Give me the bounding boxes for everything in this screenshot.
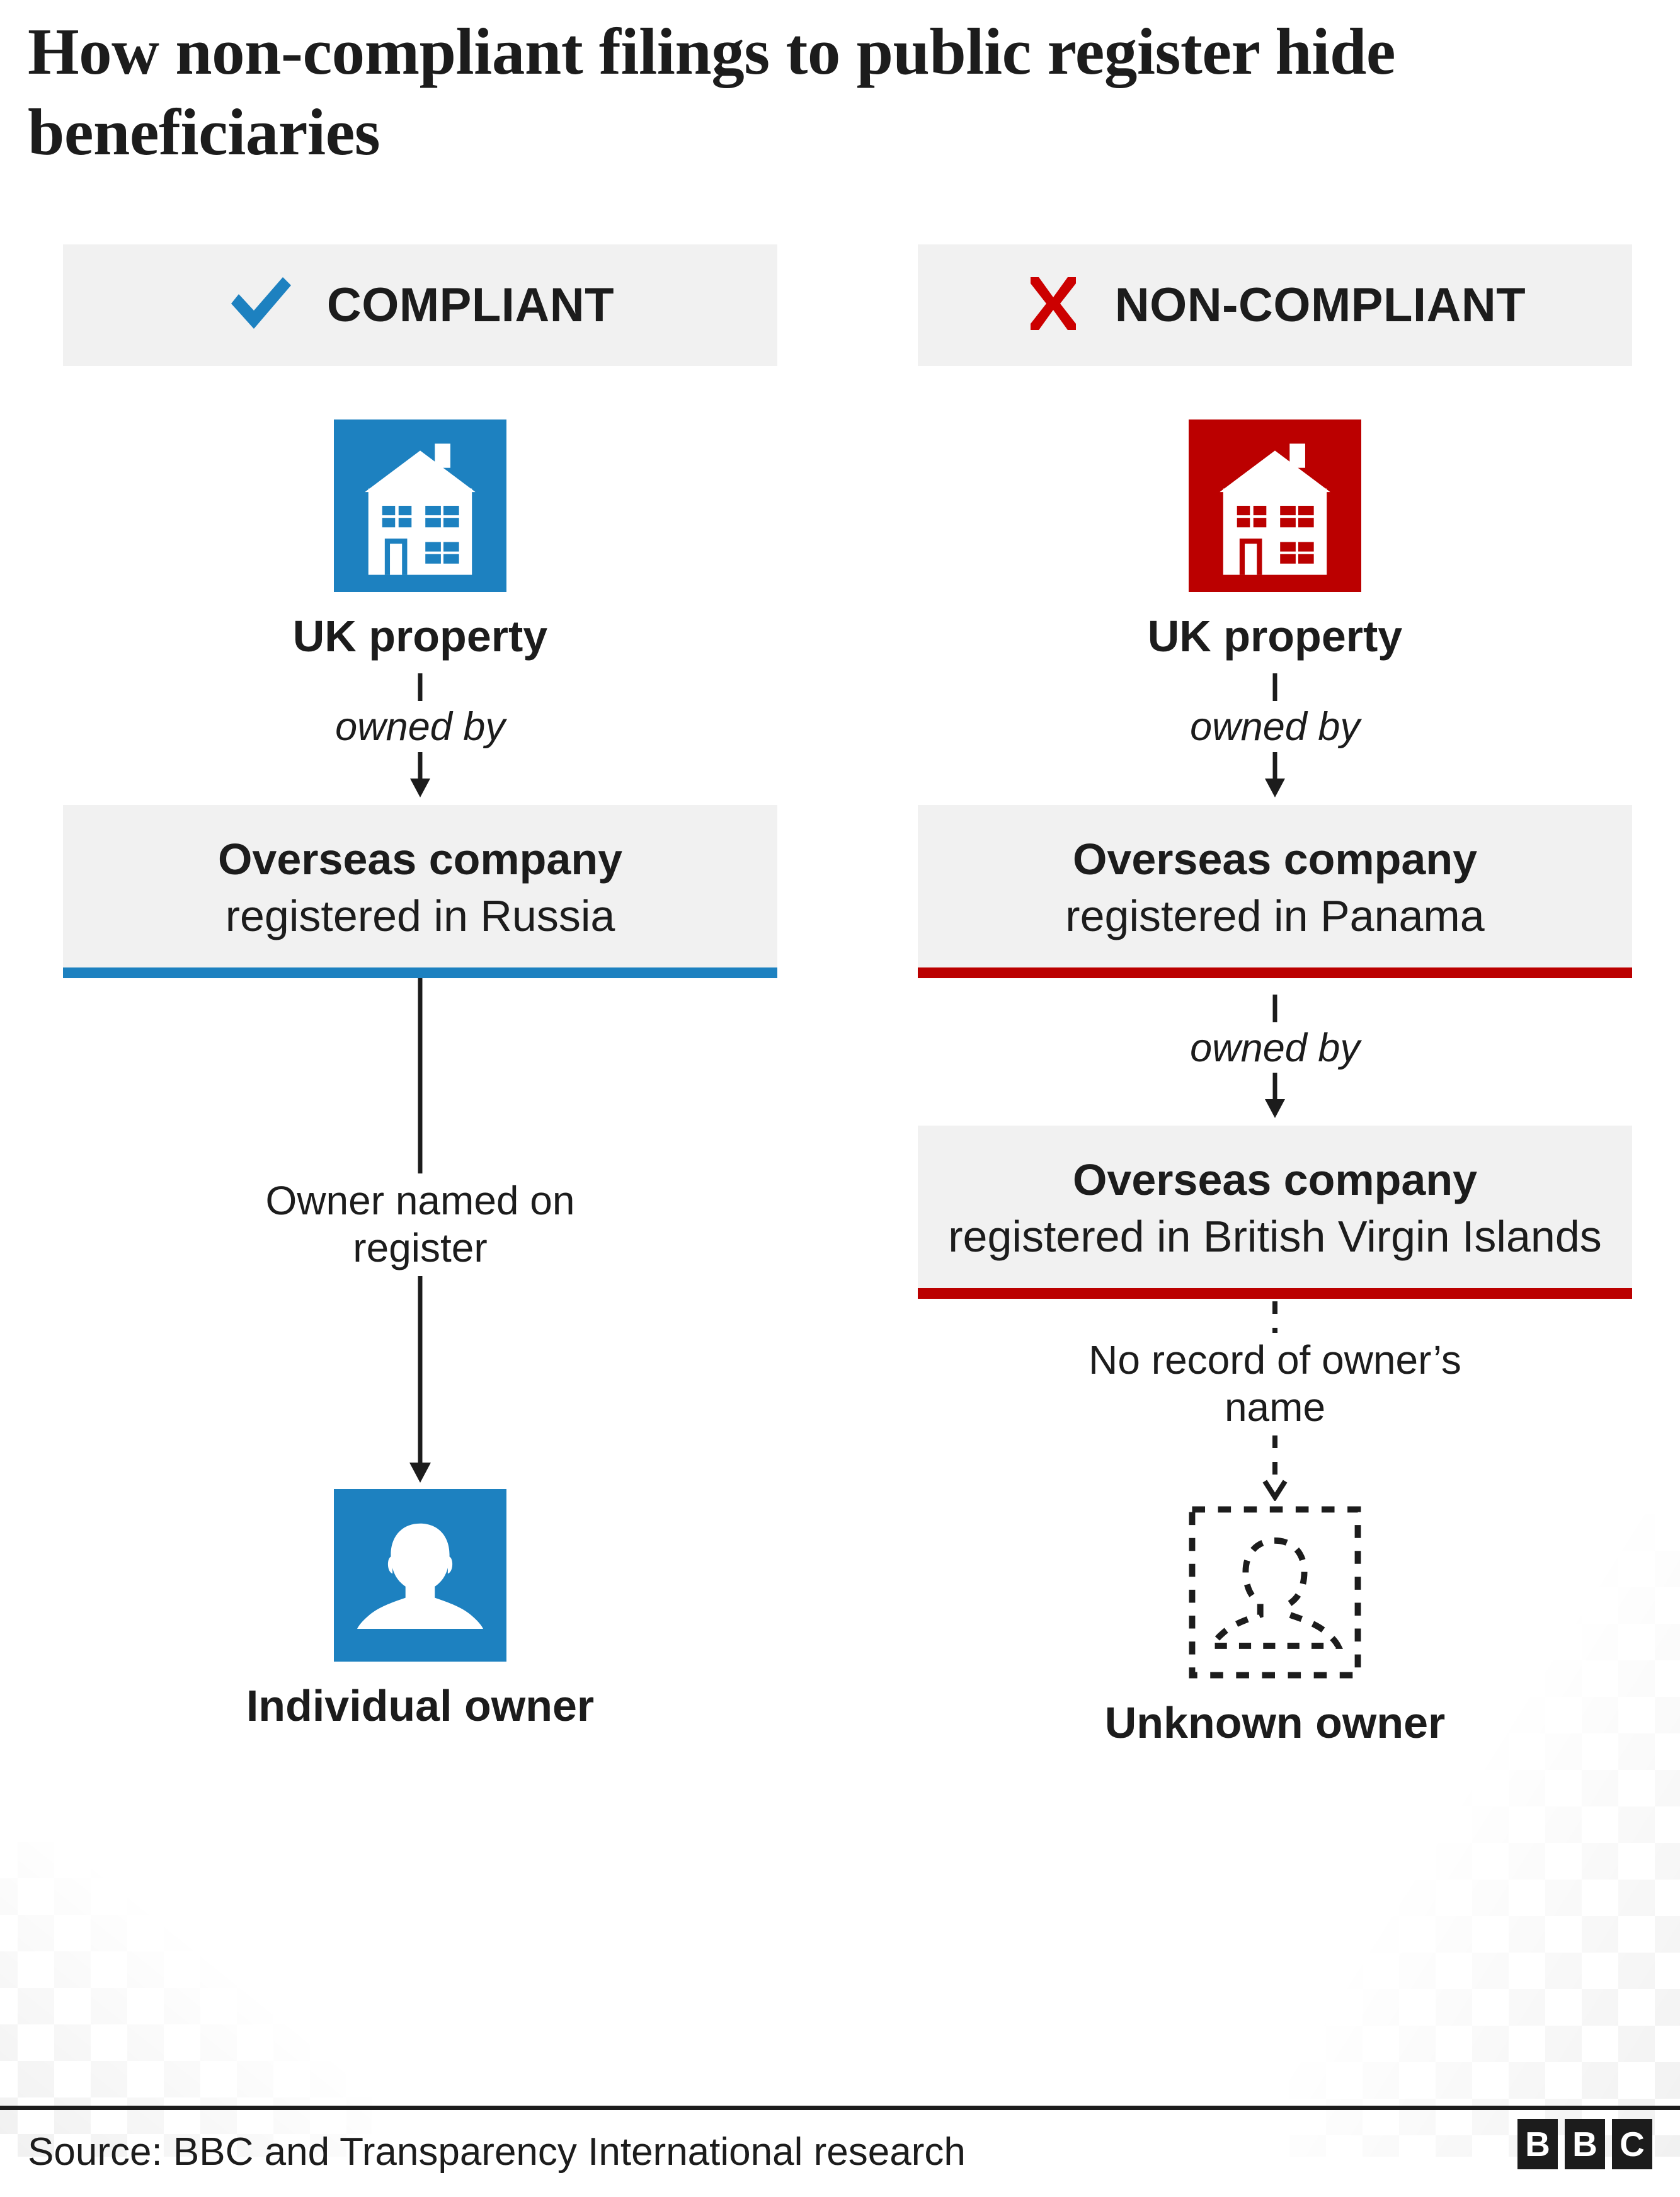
column-compliant: COMPLIANT UK property owned by Overseas … xyxy=(63,244,777,1732)
status-badge-label: NON-COMPLIANT xyxy=(1114,278,1526,332)
company-card-russia: Overseas company registered in Russia xyxy=(63,804,777,978)
arrow-down-filled xyxy=(1265,751,1285,797)
connector-caption: owned by xyxy=(335,705,505,750)
arrow-down-filled xyxy=(410,751,430,797)
company-title: Overseas company xyxy=(1072,1155,1478,1204)
connector-stub xyxy=(418,673,423,702)
company-accent-rule xyxy=(918,1287,1632,1299)
bbc-logo-letter-3: C xyxy=(1612,2119,1652,2169)
arrow-down-filled xyxy=(1265,1072,1285,1118)
node-label-uk-property: UK property xyxy=(1147,612,1403,661)
connector-owned-by-1: owned by xyxy=(918,673,1632,798)
flow-compliant: UK property owned by Overseas company re… xyxy=(63,419,777,1732)
company-card-bvi: Overseas company registered in British V… xyxy=(918,1125,1632,1299)
company-title: Overseas company xyxy=(217,834,623,884)
bbc-logo-letter-1: B xyxy=(1517,2119,1558,2169)
arrow-down-filled-long xyxy=(409,1275,431,1483)
company-card-panama: Overseas company registered in Panama xyxy=(918,804,1632,978)
footer-divider xyxy=(0,2106,1680,2110)
connector-stub xyxy=(1272,994,1277,1022)
company-accent-rule xyxy=(63,967,777,978)
status-badge-label: COMPLIANT xyxy=(326,278,615,332)
connector-stub-dashed xyxy=(1272,1301,1277,1333)
bbc-logo: B B C xyxy=(1517,2119,1652,2169)
person-icon xyxy=(334,1488,506,1662)
infographic-page: How non-compliant filings to public regi… xyxy=(0,0,1680,2197)
flow-non-compliant: UK property owned by Overseas company re… xyxy=(918,419,1632,1749)
page-title: How non-compliant filings to public regi… xyxy=(28,14,1395,169)
connector-owned-by-1: owned by xyxy=(63,673,777,798)
company-subtitle: registered in Russia xyxy=(225,891,615,940)
company-subtitle: registered in British Virgin Islands xyxy=(948,1211,1602,1261)
node-label-owner: Individual owner xyxy=(246,1681,595,1730)
connector-owner-named: Owner named on register xyxy=(63,978,777,1484)
connector-caption: owned by xyxy=(1190,1025,1360,1070)
connector-caption: owned by xyxy=(1190,705,1360,750)
company-accent-rule xyxy=(918,967,1632,978)
connector-owned-by-2: owned by xyxy=(918,994,1632,1119)
house-icon xyxy=(1189,419,1361,592)
cross-icon xyxy=(1024,275,1082,336)
bbc-logo-letter-2: B xyxy=(1565,2119,1605,2169)
connector-caption: Owner named on register xyxy=(265,1177,575,1271)
connector-stub-long xyxy=(418,978,423,1173)
arrow-down-open-dashed xyxy=(1262,1435,1288,1501)
node-label-uk-property: UK property xyxy=(292,612,548,661)
status-badge-compliant: COMPLIANT xyxy=(63,244,777,366)
status-badge-non-compliant: NON-COMPLIANT xyxy=(918,244,1632,366)
connector-stub xyxy=(1272,673,1277,702)
house-icon xyxy=(334,419,506,592)
company-title: Overseas company xyxy=(1072,834,1478,884)
company-subtitle: registered in Panama xyxy=(1065,891,1485,940)
column-non-compliant: NON-COMPLIANT UK property owned by Overs… xyxy=(918,244,1632,1749)
connector-caption: No record of owner’s name xyxy=(1089,1337,1461,1430)
check-icon xyxy=(226,275,294,336)
node-label-owner: Unknown owner xyxy=(1104,1698,1446,1747)
connector-no-record: No record of owner’s name xyxy=(918,1301,1632,1501)
source-note: Source: BBC and Transparency Internation… xyxy=(28,2130,966,2174)
unknown-person-icon xyxy=(1189,1506,1361,1679)
